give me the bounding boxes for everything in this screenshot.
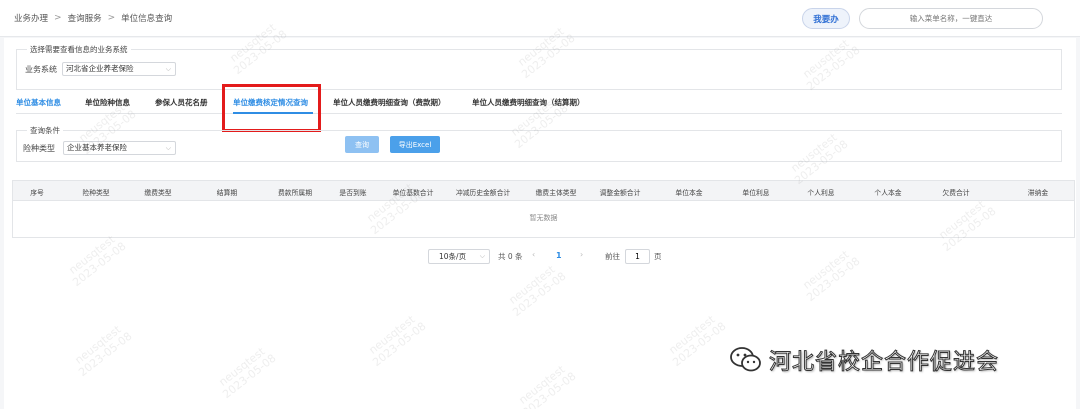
watermark-date: 2023-05-08 — [70, 239, 129, 290]
watermark: neusqtest 2023-05-08 — [213, 343, 278, 401]
watermark: neusqtest 2023-05-08 — [513, 361, 578, 409]
column-header: 缴费主体类型 — [535, 189, 577, 197]
breadcrumb-item-unit-info: 单位信息查询 — [121, 14, 173, 24]
watermark-user: neusqtest — [66, 232, 118, 277]
page-size-value: 10条/页 — [439, 252, 467, 261]
watermark-user: neusqtest — [72, 322, 124, 367]
column-header: 险种类型 — [82, 189, 110, 197]
column-header: 单位本金 — [675, 189, 703, 197]
watermark: neusqtest 2023-05-08 — [63, 231, 128, 289]
breadcrumb-separator-icon: > — [54, 13, 62, 23]
column-header: 欠费合计 — [942, 189, 970, 197]
system-select-group: 选择需要查看信息的业务系统 业务系统 河北省企业养老保险 ⌵ — [16, 44, 1062, 90]
top-bar: 业务办理 > 查询服务 > 单位信息查询 我要办 — [0, 0, 1080, 37]
highlight-annotation-box — [222, 84, 321, 132]
wechat-icon — [730, 347, 761, 372]
watermark-date: 2023-05-08 — [670, 319, 729, 370]
column-header: 费款所属期 — [278, 189, 312, 197]
chevron-down-icon: ⌵ — [165, 65, 171, 73]
breadcrumb-item-query-service[interactable]: 查询服务 — [68, 12, 102, 24]
total-count: 共 0 条 — [498, 252, 523, 261]
column-header: 个人本金 — [874, 189, 902, 197]
watermark: neusqtest 2023-05-08 — [663, 311, 728, 369]
column-header: 调整金额合计 — [599, 189, 641, 197]
watermark: neusqtest 2023-05-08 — [797, 246, 862, 304]
query-conditions-group: 查询条件 险种类型 企业基本养老保险 ⌵ — [16, 125, 1062, 162]
watermark-user: neusqtest — [516, 362, 568, 407]
insurance-type-value: 企业基本养老保险 — [67, 143, 127, 152]
column-header: 个人利息 — [807, 189, 835, 197]
goto-page-input[interactable] — [625, 249, 650, 264]
tab-payment-detail-fee-period[interactable]: 单位人员缴费明细查询（费款期） — [333, 97, 446, 108]
column-header: 单位利息 — [742, 189, 770, 197]
watermark-user: neusqtest — [506, 262, 558, 307]
column-header: 缴费类型 — [144, 189, 172, 197]
next-page-icon[interactable]: › — [580, 250, 583, 259]
prev-page-icon[interactable]: ‹ — [532, 250, 535, 259]
tab-bar: 单位基本信息 单位险种信息 参保人员花名册 单位缴费核定情况查询 单位人员缴费明… — [16, 94, 1062, 114]
menu-search-input[interactable] — [859, 8, 1043, 29]
breadcrumb-separator-icon: > — [107, 13, 116, 23]
watermark-user: neusqtest — [366, 312, 418, 357]
insurance-type-select[interactable]: 企业基本养老保险 ⌵ — [63, 141, 176, 155]
results-table: 序号 险种类型 缴费类型 结算期 费款所属期 是否到账 单位基数合计 冲减历史金… — [12, 180, 1075, 238]
tab-unit-basic-info[interactable]: 单位基本信息 — [16, 97, 61, 108]
export-excel-button[interactable]: 导出Excel — [390, 136, 440, 153]
business-system-select[interactable]: 河北省企业养老保险 ⌵ — [62, 62, 176, 76]
tab-payment-detail-settlement-period[interactable]: 单位人员缴费明细查询（结算期） — [472, 97, 585, 108]
column-header: 单位基数合计 — [392, 189, 434, 197]
watermark-user: neusqtest — [800, 247, 852, 292]
query-button[interactable]: 查询 — [345, 136, 379, 153]
watermark-date: 2023-05-08 — [510, 269, 569, 320]
column-header: 结算期 — [216, 189, 238, 197]
column-header: 冲减历史金额合计 — [455, 189, 511, 197]
watermark-user: neusqtest — [216, 344, 268, 389]
watermark-date: 2023-05-08 — [520, 369, 579, 409]
current-page-number[interactable]: 1 — [556, 251, 562, 260]
watermark-date: 2023-05-08 — [370, 319, 429, 370]
page-size-select[interactable]: 10条/页 ⌵ — [428, 249, 490, 264]
breadcrumb-item-business[interactable]: 业务办理 — [14, 12, 48, 24]
business-system-value: 河北省企业养老保险 — [66, 64, 134, 73]
watermark-date: 2023-05-08 — [76, 329, 135, 380]
column-header: 滞纳金 — [1027, 189, 1049, 197]
tab-unit-insurance-info[interactable]: 单位险种信息 — [85, 97, 130, 108]
column-header: 序号 — [30, 189, 44, 197]
system-select-legend: 选择需要查看信息的业务系统 — [27, 44, 131, 55]
chevron-down-icon: ⌵ — [479, 252, 485, 260]
wechat-overlay: 河北省校企合作促进会 — [729, 344, 999, 376]
page-unit-label: 页 — [654, 252, 662, 261]
goto-label: 前往 — [605, 252, 620, 261]
tab-insured-roster[interactable]: 参保人员花名册 — [155, 97, 208, 108]
insurance-type-label: 险种类型 — [23, 144, 55, 153]
watermark-date: 2023-05-08 — [804, 254, 863, 305]
wechat-account-name: 河北省校企合作促进会 — [768, 350, 1000, 376]
watermark: neusqtest 2023-05-08 — [503, 261, 568, 319]
watermark-date: 2023-05-08 — [220, 351, 279, 402]
breadcrumb: 业务办理 > 查询服务 > 单位信息查询 — [14, 12, 172, 24]
empty-state-text: 暂无数据 — [529, 214, 558, 222]
watermark-user: neusqtest — [666, 312, 718, 357]
table-header: 序号 险种类型 缴费类型 结算期 费款所属期 是否到账 单位基数合计 冲减历史金… — [13, 181, 1074, 201]
business-system-label: 业务系统 — [25, 65, 57, 74]
chevron-down-icon: ⌵ — [165, 144, 171, 152]
watermark: neusqtest 2023-05-08 — [363, 311, 428, 369]
column-header: 是否到账 — [339, 189, 367, 197]
woyaoban-button[interactable]: 我要办 — [802, 8, 850, 29]
watermark: neusqtest 2023-05-08 — [69, 321, 134, 379]
query-conditions-legend: 查询条件 — [27, 125, 63, 136]
